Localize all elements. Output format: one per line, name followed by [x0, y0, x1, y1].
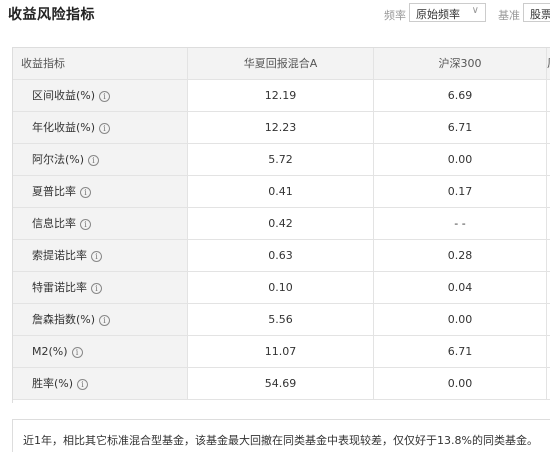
benchmark-value: 0.04	[374, 272, 547, 303]
table-row: 索提诺比率 i 0.63 0.28	[13, 240, 550, 272]
summary-text: 近1年，相比其它标准混合型基金，该基金最大回撤在同类基金中表现较差，仅仅好于13…	[12, 419, 550, 452]
frequency-select-value: 原始频率	[416, 8, 460, 21]
benchmark-value: 6.69	[374, 80, 547, 111]
metric-label-cell: 詹森指数(%) i	[13, 304, 188, 335]
metric-label-cell: 年化收益(%) i	[13, 112, 188, 143]
info-circle-icon[interactable]: i	[77, 378, 89, 390]
fund-value: 5.56	[188, 304, 374, 335]
risk-return-table: 收益指标 华夏回报混合A 沪深300 风 区间收益(%)i12.196.69年化…	[12, 47, 550, 403]
table-row: 夏普比率 i 0.41 0.17	[13, 176, 550, 208]
fund-value: 12.19	[188, 80, 374, 111]
info-circle-icon[interactable]: i	[80, 218, 91, 230]
fund-value: 0.42	[188, 208, 374, 239]
benchmark-value: 0.28	[374, 240, 547, 271]
frequency-select[interactable]: 原始频率 ∨	[409, 3, 486, 22]
metric-label: 年化收益(%)	[32, 121, 96, 134]
fund-value: 5.72	[188, 144, 374, 175]
fund-value: 0.41	[188, 176, 374, 207]
info-circle-icon[interactable]: i	[99, 314, 111, 326]
info-circle-icon[interactable]: i	[88, 154, 100, 166]
table-row: 区间收益(%) i 12.19 6.69	[13, 80, 550, 112]
benchmark-label: 基准	[498, 9, 520, 22]
metric-label-cell: 区间收益(%) i	[13, 80, 188, 111]
fund-value: 11.07	[188, 336, 374, 367]
benchmark-select-value: 股票型	[530, 8, 550, 21]
table-row: 年化收益(%) i 12.23 6.71	[13, 112, 550, 144]
benchmark-value: 0.00	[374, 144, 547, 175]
fund-value: 54.69	[188, 368, 374, 399]
metric-label-cell: 阿尔法(%) i	[13, 144, 188, 175]
info-circle-icon[interactable]: i	[91, 250, 102, 262]
benchmark-value: 0.00	[374, 304, 547, 335]
info-circle-icon[interactable]: i	[80, 186, 91, 198]
benchmark-select[interactable]: 股票型	[523, 3, 550, 22]
metric-label-cell: 夏普比率 i	[13, 176, 188, 207]
info-circle-icon[interactable]: i	[99, 90, 111, 102]
metric-label-cell: 特雷诺比率 i	[13, 272, 188, 303]
table-row: 阿尔法(%) i 5.72 0.00	[13, 144, 550, 176]
column-header-benchmark: 沪深300	[374, 48, 547, 79]
benchmark-value: 0.17	[374, 176, 547, 207]
benchmark-value: 6.71	[374, 112, 547, 143]
table-row: 特雷诺比率 i 0.10 0.04	[13, 272, 550, 304]
column-header-fund: 华夏回报混合A	[188, 48, 374, 79]
table-row: 信息比率 i 0.42- -	[13, 208, 550, 240]
column-header-metric: 收益指标	[13, 48, 188, 79]
fund-value: 12.23	[188, 112, 374, 143]
info-circle-icon[interactable]: i	[91, 282, 102, 294]
metric-label: 夏普比率	[32, 185, 76, 198]
table-row: 詹森指数(%) i 5.56 0.00	[13, 304, 550, 336]
metric-label: M2(%)	[32, 345, 68, 358]
metric-label: 特雷诺比率	[32, 281, 87, 294]
metric-label: 区间收益(%)	[32, 89, 96, 102]
benchmark-value: 6.71	[374, 336, 547, 367]
info-circle-icon[interactable]: i	[71, 346, 83, 358]
metric-label-cell: 信息比率 i	[13, 208, 188, 239]
table-row: M2(%) i 11.07 6.71	[13, 336, 550, 368]
fund-value: 0.63	[188, 240, 374, 271]
metric-label: 胜率(%)	[32, 377, 74, 390]
frequency-label: 频率	[384, 9, 406, 22]
page-title: 收益风险指标	[8, 7, 95, 23]
table-row: 胜率(%) i 54.69 0.00	[13, 368, 550, 400]
metric-label-cell: M2(%) i	[13, 336, 188, 367]
metric-label: 詹森指数(%)	[32, 313, 96, 326]
benchmark-value: 0.00	[374, 368, 547, 399]
metric-label: 索提诺比率	[32, 249, 87, 262]
chevron-down-icon: ∨	[471, 5, 479, 16]
section-header: 收益风险指标 频率 原始频率 ∨ 基准 股票型	[0, 0, 550, 28]
fund-value: 0.10	[188, 272, 374, 303]
metric-label: 阿尔法(%)	[32, 153, 85, 166]
metric-label-cell: 索提诺比率 i	[13, 240, 188, 271]
metric-label: 信息比率	[32, 217, 76, 230]
benchmark-value: - -	[374, 208, 547, 239]
metric-label-cell: 胜率(%) i	[13, 368, 188, 399]
info-circle-icon[interactable]: i	[99, 122, 111, 134]
table-header-row: 收益指标 华夏回报混合A 沪深300 风	[13, 48, 550, 80]
